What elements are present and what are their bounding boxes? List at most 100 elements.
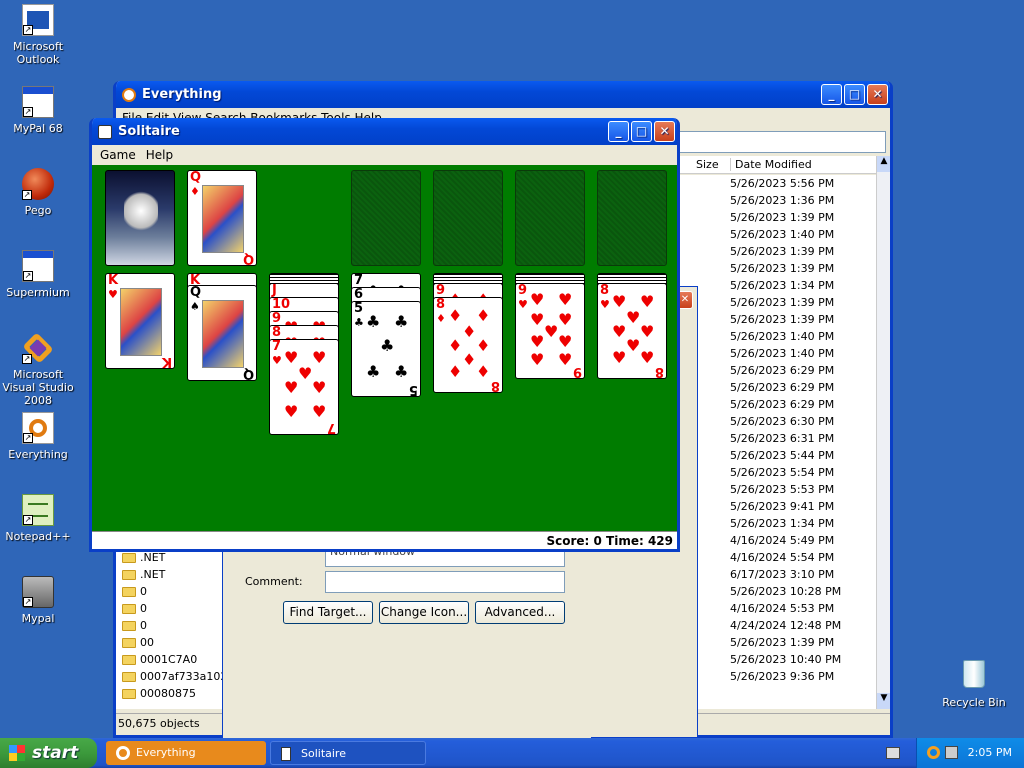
keyboard-icon[interactable] xyxy=(886,747,900,759)
date-cell[interactable]: 5/26/2023 10:40 PM xyxy=(730,651,841,668)
date-cell[interactable]: 6/17/2023 3:10 PM xyxy=(730,566,841,583)
card-pip-icon: ♥ xyxy=(312,378,327,397)
desktop-icon-everything[interactable]: ↗ Everything xyxy=(0,412,76,461)
card-suit-icon: ♣ xyxy=(354,316,364,329)
everything-tray-icon[interactable] xyxy=(927,746,940,759)
date-cell[interactable]: 5/26/2023 5:54 PM xyxy=(730,464,841,481)
card-pip-icon: ♥ xyxy=(284,378,299,397)
advanced-button[interactable]: Advanced... xyxy=(475,601,565,624)
card-pip-icon: ♦ xyxy=(476,306,491,325)
maximize-button[interactable]: □ xyxy=(844,84,865,105)
tableau-card-3[interactable]: 7 ♥ 7 ♥ ♥ ♥ ♥ ♥ ♥ ♥ xyxy=(269,339,339,435)
maximize-button[interactable]: □ xyxy=(631,121,652,142)
taskbar-solitaire[interactable]: Solitaire xyxy=(270,741,426,765)
tableau-card-7[interactable]: 8 ♥ 8 ♥ ♥ ♥ ♥ ♥ ♥ ♥ ♥ xyxy=(597,283,667,379)
date-cell[interactable]: 4/16/2024 5:53 PM xyxy=(730,600,841,617)
card-rank: 9 xyxy=(518,283,528,298)
start-button[interactable]: start xyxy=(0,738,97,768)
desktop-icon-mypal68[interactable]: ↗ MyPal 68 xyxy=(0,86,76,135)
network-icon[interactable] xyxy=(945,746,958,759)
change-icon-button[interactable]: Change Icon... xyxy=(379,601,469,624)
date-cell[interactable]: 5/26/2023 1:39 PM xyxy=(730,311,841,328)
date-cell[interactable]: 5/26/2023 5:56 PM xyxy=(730,175,841,192)
size-column-header[interactable]: Size xyxy=(696,158,719,171)
folder-icon xyxy=(122,638,136,648)
system-tray: 2:05 PM xyxy=(916,738,1024,768)
comment-input[interactable] xyxy=(325,571,565,593)
desktop-icon-supermium[interactable]: ↗ Supermium xyxy=(0,250,76,299)
date-cell[interactable]: 4/16/2024 5:49 PM xyxy=(730,532,841,549)
taskbar-everything[interactable]: Everything xyxy=(106,741,266,765)
date-cell[interactable]: 5/26/2023 9:41 PM xyxy=(730,498,841,515)
tableau-card-1[interactable]: K ♥ K xyxy=(105,273,175,369)
card-pip-icon: ♥ xyxy=(530,350,545,369)
date-cell[interactable]: 5/26/2023 9:36 PM xyxy=(730,668,841,685)
card-pip-icon: ♥ xyxy=(626,308,641,327)
date-cell[interactable]: 5/26/2023 1:40 PM xyxy=(730,345,841,362)
stock-pile[interactable] xyxy=(105,170,175,266)
desktop-icon-recycle-bin[interactable]: Recycle Bin xyxy=(936,658,1012,709)
folder-icon xyxy=(122,604,136,614)
date-cell[interactable]: 5/26/2023 6:29 PM xyxy=(730,396,841,413)
desktop-icon-visual-studio[interactable]: ↗ Microsoft Visual Studio 2008 xyxy=(0,332,76,407)
date-cell[interactable]: 5/26/2023 6:29 PM xyxy=(730,379,841,396)
date-cell[interactable]: 5/26/2023 1:39 PM xyxy=(730,634,841,651)
card-pip-icon: ♥ xyxy=(640,322,655,341)
date-cell[interactable]: 4/16/2024 5:54 PM xyxy=(730,549,841,566)
face-card-art xyxy=(202,185,244,253)
card-pip-icon: ♥ xyxy=(530,332,545,351)
date-cell[interactable]: 5/26/2023 1:36 PM xyxy=(730,192,841,209)
date-cell[interactable]: 5/26/2023 6:29 PM xyxy=(730,362,841,379)
date-cell[interactable]: 5/26/2023 5:44 PM xyxy=(730,447,841,464)
date-cell[interactable]: 5/26/2023 1:39 PM xyxy=(730,209,841,226)
date-column-header[interactable]: Date Modified xyxy=(730,158,812,171)
foundation-slot-4[interactable] xyxy=(597,170,667,266)
menu-help[interactable]: Help xyxy=(142,148,177,162)
date-cell[interactable]: 5/26/2023 1:34 PM xyxy=(730,515,841,532)
waste-pile[interactable]: Q ♦ Q xyxy=(187,170,257,266)
face-card-art xyxy=(120,288,162,356)
date-cell[interactable]: 5/26/2023 6:31 PM xyxy=(730,430,841,447)
date-cell[interactable]: 5/26/2023 1:39 PM xyxy=(730,260,841,277)
foundation-slot-2[interactable] xyxy=(433,170,503,266)
close-button[interactable]: ✕ xyxy=(654,121,675,142)
card-rank: 9 xyxy=(572,364,582,379)
date-cell[interactable]: 5/26/2023 10:28 PM xyxy=(730,583,841,600)
desktop-icon-mypal[interactable]: ↗ Mypal xyxy=(0,576,76,625)
menu-game[interactable]: Game xyxy=(96,148,140,162)
minimize-button[interactable]: _ xyxy=(821,84,842,105)
date-cell[interactable]: 5/26/2023 1:34 PM xyxy=(730,277,841,294)
card-rank: 8 xyxy=(600,283,610,298)
desktop-icon-notepadpp[interactable]: ↗ Notepad++ xyxy=(0,494,76,543)
card-rank: J xyxy=(272,283,277,298)
minimize-button[interactable]: _ xyxy=(608,121,629,142)
date-cell[interactable]: 5/26/2023 1:40 PM xyxy=(730,328,841,345)
tableau-card-2[interactable]: Q ♠ Q xyxy=(187,285,257,381)
vertical-scrollbar[interactable]: ▲ ▼ xyxy=(876,156,890,709)
tableau-card-4[interactable]: 5 ♣ 5 ♣ ♣ ♣ ♣ ♣ xyxy=(351,301,421,397)
visual-studio-icon: ↗ xyxy=(22,332,54,364)
date-cell[interactable]: 5/26/2023 1:39 PM xyxy=(730,294,841,311)
scroll-down-arrow-icon[interactable]: ▼ xyxy=(877,693,890,709)
tableau-card-5[interactable]: 8 ♦ 8 ♦ ♦ ♦ ♦ ♦ ♦ ♦ ♦ xyxy=(433,297,503,393)
date-cell[interactable]: 5/26/2023 1:39 PM xyxy=(730,243,841,260)
date-cell[interactable]: 5/26/2023 6:30 PM xyxy=(730,413,841,430)
everything-titlebar[interactable]: Everything _ □ ✕ xyxy=(116,81,890,108)
date-cell[interactable]: 4/24/2024 12:48 PM xyxy=(730,617,841,634)
foundation-slot-3[interactable] xyxy=(515,170,585,266)
solitaire-titlebar[interactable]: Solitaire _ □ ✕ xyxy=(92,118,677,145)
date-cell[interactable]: 5/26/2023 1:40 PM xyxy=(730,226,841,243)
card-suit-icon: ♦ xyxy=(190,185,200,198)
desktop-icon-outlook[interactable]: ↗ Microsoft Outlook xyxy=(0,4,76,66)
card-pip-icon: ♦ xyxy=(448,306,463,325)
desktop-icon-pego[interactable]: ↗ Pego xyxy=(0,168,76,217)
tableau-card-6[interactable]: 9 ♥ 9 ♥ ♥ ♥ ♥ ♥ ♥ ♥ ♥ ♥ xyxy=(515,283,585,379)
scroll-up-arrow-icon[interactable]: ▲ xyxy=(877,156,890,172)
date-cell[interactable]: 5/26/2023 5:53 PM xyxy=(730,481,841,498)
card-rank: 5 xyxy=(354,301,364,316)
game-board: Q♦Q K♥KK♥KQ♠QJ♥J10♥10♥9♥9♥♥♥♥♥♥♥♥♥8♥8♥♥♥… xyxy=(92,165,677,531)
foundation-slot-1[interactable] xyxy=(351,170,421,266)
card-pip-icon: ♥ xyxy=(558,290,573,309)
close-button[interactable]: ✕ xyxy=(867,84,888,105)
find-target-button[interactable]: Find Target... xyxy=(283,601,373,624)
